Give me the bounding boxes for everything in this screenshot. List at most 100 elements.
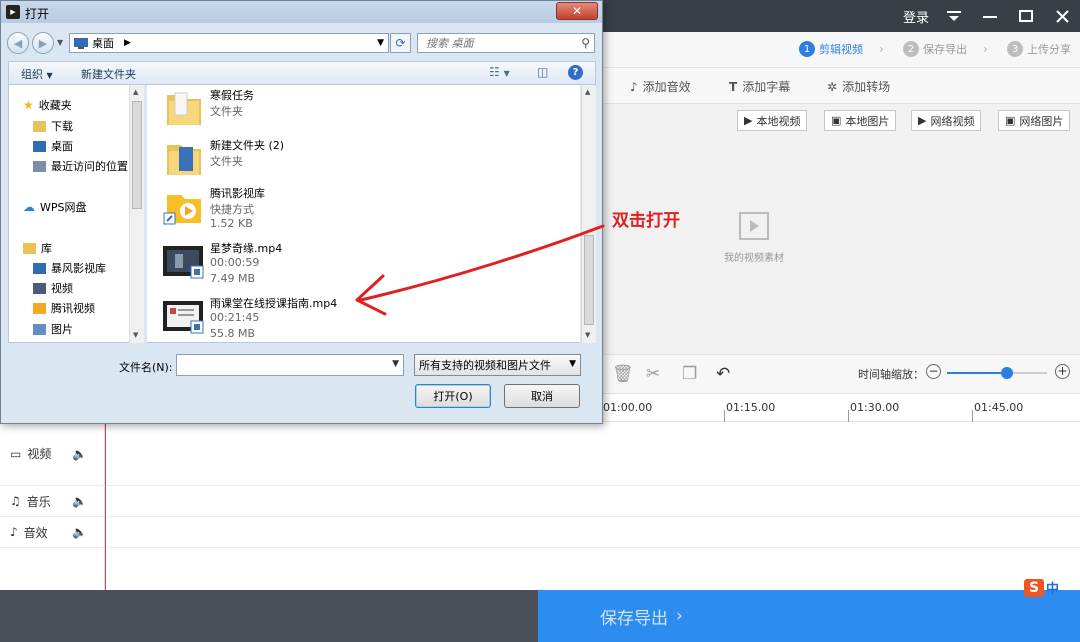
open-file-dialog: ▶ 打开 ✕ ◀ ▶ ▼ 桌面 ▶ ▼ ⟳ ⚲ 组织 ▼ 新建文件夹 ☷ ▼ ◫… bbox=[0, 0, 603, 424]
forward-button[interactable]: ▶ bbox=[32, 32, 54, 54]
ime-indicator[interactable]: S 中 bbox=[1024, 578, 1059, 597]
recent-dropdown-icon[interactable]: ▼ bbox=[57, 38, 63, 47]
scroll-down-icon[interactable]: ▼ bbox=[585, 331, 590, 339]
nav-pictures[interactable]: 图片 bbox=[33, 321, 73, 337]
nav-tencent-video[interactable]: 腾讯视频 bbox=[33, 300, 95, 316]
delete-icon[interactable]: 🗑 bbox=[612, 364, 634, 384]
volume-icon[interactable]: 🔈 bbox=[72, 447, 87, 461]
file-size: 7.49 MB bbox=[210, 272, 256, 285]
nav-label: 视频 bbox=[51, 282, 73, 295]
nav-videos[interactable]: 视频 bbox=[33, 280, 73, 296]
add-sound-effect-button[interactable]: ♪ 添加音效 bbox=[630, 78, 691, 95]
maximize-icon[interactable] bbox=[1012, 0, 1040, 32]
address-row: ◀ ▶ ▼ 桌面 ▶ ▼ ⟳ ⚲ bbox=[1, 23, 602, 59]
scroll-down-icon[interactable]: ▼ bbox=[133, 331, 138, 339]
filename-dropdown-icon[interactable]: ▼ bbox=[392, 359, 399, 369]
zoom-slider-handle[interactable] bbox=[1001, 367, 1013, 379]
step-upload-share[interactable]: 3 上传分享 bbox=[1007, 41, 1071, 57]
save-export-button[interactable]: 保存导出 › bbox=[538, 590, 1080, 642]
scroll-up-icon[interactable]: ▲ bbox=[133, 88, 138, 96]
zoom-label: 时间轴缩放： bbox=[858, 368, 924, 381]
nav-desktop[interactable]: 桌面 bbox=[33, 138, 73, 154]
tencent-video-icon bbox=[33, 302, 46, 314]
login-link[interactable]: 登录 bbox=[896, 0, 936, 32]
file-duration: 00:21:45 bbox=[210, 311, 260, 324]
play-icon: ▶ bbox=[744, 114, 753, 127]
address-text: 桌面 bbox=[92, 37, 114, 50]
nav-baofeng-library[interactable]: 暴风影视库 bbox=[33, 260, 106, 276]
file-duration: 00:00:59 bbox=[210, 256, 260, 269]
shortcut-icon bbox=[163, 195, 201, 225]
help-icon[interactable]: ? bbox=[568, 65, 583, 80]
nav-scroll-thumb[interactable] bbox=[132, 101, 142, 209]
search-icon[interactable]: ⚲ bbox=[581, 36, 590, 50]
back-button[interactable]: ◀ bbox=[7, 32, 29, 54]
volume-icon[interactable]: 🔈 bbox=[72, 494, 87, 508]
local-image-button[interactable]: ▣ 本地图片 bbox=[824, 110, 897, 131]
web-image-button[interactable]: ▣ 网络图片 bbox=[998, 110, 1071, 131]
nav-label: WPS网盘 bbox=[40, 201, 87, 214]
sound-effect-track[interactable]: ♪ 音效 🔈 bbox=[0, 517, 1080, 548]
filename-label: 文件名(N): bbox=[119, 361, 173, 374]
menu-icon[interactable] bbox=[940, 0, 968, 32]
refresh-button[interactable]: ⟳ bbox=[390, 33, 411, 53]
address-bar[interactable]: 桌面 ▶ ▼ bbox=[69, 33, 389, 53]
split-icon[interactable]: ✂ bbox=[646, 364, 660, 384]
close-icon[interactable] bbox=[1048, 0, 1076, 32]
nav-scrollbar[interactable]: ▲ ▼ bbox=[129, 85, 144, 343]
cancel-button[interactable]: 取消 bbox=[504, 384, 580, 408]
copy-icon[interactable]: ❐ bbox=[682, 364, 697, 384]
search-input[interactable] bbox=[418, 34, 573, 52]
zoom-in-button[interactable]: + bbox=[1055, 364, 1070, 379]
cloud-icon: ☁ bbox=[23, 200, 35, 214]
file-type-select[interactable]: 所有支持的视频和图片文件 ▼ bbox=[414, 354, 581, 376]
file-name: 星梦奇缘.mp4 bbox=[210, 242, 283, 255]
video-thumbnail-icon bbox=[163, 246, 204, 279]
file-type: 快捷方式 bbox=[210, 203, 254, 216]
video-track[interactable]: ▭ 视频 🔈 bbox=[0, 422, 1080, 486]
undo-icon[interactable]: ↶ bbox=[716, 364, 730, 384]
scroll-up-icon[interactable]: ▲ bbox=[585, 88, 590, 96]
nav-wps-drive[interactable]: ☁ WPS网盘 bbox=[23, 199, 87, 215]
downloads-folder-icon bbox=[33, 120, 46, 132]
nav-downloads[interactable]: 下载 bbox=[33, 118, 73, 134]
step-edit-video[interactable]: 1 剪辑视频 bbox=[799, 41, 863, 57]
button-label: 网络视频 bbox=[930, 114, 975, 128]
star-icon: ★ bbox=[23, 98, 34, 112]
nav-label: 桌面 bbox=[51, 140, 73, 153]
dialog-titlebar[interactable]: ▶ 打开 ✕ bbox=[1, 1, 602, 23]
zoom-slider-fill bbox=[947, 372, 1007, 374]
music-track[interactable]: ♫ 音乐 🔈 bbox=[0, 486, 1080, 517]
nav-label: 收藏夹 bbox=[38, 99, 72, 112]
breadcrumb-arrow-icon[interactable]: ▶ bbox=[124, 38, 131, 48]
address-dropdown-icon[interactable]: ▼ bbox=[377, 38, 384, 48]
minimize-icon[interactable] bbox=[976, 0, 1004, 32]
local-video-button[interactable]: ▶ 本地视频 bbox=[737, 110, 808, 131]
nav-recent[interactable]: 最近访问的位置 bbox=[33, 158, 128, 174]
dialog-close-button[interactable]: ✕ bbox=[556, 2, 598, 20]
new-folder-button[interactable]: 新建文件夹 bbox=[81, 66, 136, 82]
step-save-export[interactable]: 2 保存导出 bbox=[903, 41, 967, 57]
nav-library[interactable]: 库 bbox=[23, 240, 52, 256]
ruler-tick-label: 01:00.00 bbox=[603, 401, 653, 414]
film-icon bbox=[739, 212, 769, 240]
zoom-out-button[interactable]: − bbox=[926, 364, 941, 379]
preview-pane-icon[interactable]: ◫ bbox=[537, 65, 548, 79]
web-video-button[interactable]: ▶ 网络视频 bbox=[911, 110, 982, 131]
zoom-slider[interactable] bbox=[947, 367, 1047, 379]
track-label: 视频 bbox=[27, 447, 52, 461]
organize-menu[interactable]: 组织 ▼ bbox=[21, 66, 53, 82]
add-subtitle-button[interactable]: T 添加字幕 bbox=[729, 78, 790, 95]
file-item-new-folder-2[interactable]: 新建文件夹 (2) 文件夹 bbox=[157, 135, 557, 189]
step-number: 2 bbox=[903, 41, 919, 57]
file-item-winter-task[interactable]: 寒假任务 文件夹 bbox=[157, 85, 557, 139]
view-options-icon[interactable]: ☷ ▼ bbox=[489, 65, 510, 79]
add-transition-button[interactable]: ✲ 添加转场 bbox=[827, 78, 890, 95]
videos-icon bbox=[33, 282, 46, 294]
chevron-right-icon: › bbox=[879, 42, 884, 56]
nav-label: 库 bbox=[41, 242, 52, 255]
nav-favorites[interactable]: ★ 收藏夹 bbox=[23, 97, 72, 113]
filename-input[interactable] bbox=[177, 355, 382, 375]
volume-icon[interactable]: 🔈 bbox=[72, 525, 87, 539]
open-button[interactable]: 打开(O) bbox=[415, 384, 491, 408]
